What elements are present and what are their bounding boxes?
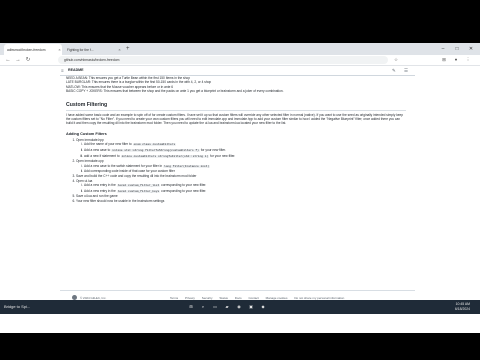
step-item: Your new filter should now be usable in … bbox=[76, 199, 406, 204]
substep-text: for your new filter. bbox=[200, 148, 226, 153]
star-icon[interactable]: ☆ bbox=[392, 56, 400, 64]
book-icon: ≡ bbox=[61, 68, 64, 73]
inline-code: long filter(Instance inst) bbox=[163, 164, 211, 168]
back-icon[interactable]: ← bbox=[4, 56, 12, 64]
substep-text: Add a new case to bbox=[84, 148, 111, 153]
task-view-icon[interactable]: ▭ bbox=[210, 302, 220, 312]
subsection-heading: Adding Custom Filters bbox=[66, 131, 107, 136]
folder-icon[interactable]: ▰ bbox=[222, 302, 232, 312]
substep-text: corresponding to your new filter. bbox=[161, 188, 207, 193]
step-text: Open immolate.cpp bbox=[76, 159, 104, 164]
browser-toolbar: ← → ↻ github.com/nbmasto/broken-freedom … bbox=[0, 55, 480, 66]
substep-text: Add corresponding code inside of that ca… bbox=[84, 169, 175, 174]
readme-content: NEED A BEAN: This ensures you get a Turt… bbox=[66, 76, 406, 204]
reload-icon[interactable]: ↻ bbox=[24, 56, 32, 64]
readme-header: ≡ README ✎ ☰ bbox=[60, 66, 415, 76]
forward-icon[interactable]: → bbox=[14, 56, 22, 64]
substep-text: add a new if statement to bbox=[84, 153, 120, 158]
step-item: Open ui.lua Add a new entry in the local… bbox=[76, 179, 406, 195]
tab-label: adbwmod/broken-freedom bbox=[7, 47, 46, 52]
substep-text: Add the name of your new filter to bbox=[84, 142, 132, 147]
step-text: Save ui.lua and run the game bbox=[76, 194, 118, 199]
taskbar: Bridge to Spi... ⊞ ⌕ ▭ ▰ ◉ ▣ ◆ 10:45 AM … bbox=[0, 300, 480, 314]
close-icon[interactable]: × bbox=[117, 47, 122, 52]
clock-date: 6/18/2024 bbox=[454, 307, 470, 311]
search-icon[interactable]: ⌕ bbox=[198, 302, 208, 312]
edit-icon[interactable]: ✎ bbox=[392, 66, 396, 75]
tab-active[interactable]: adbwmod/broken-freedom × bbox=[4, 44, 62, 55]
start-icon[interactable]: ⊞ bbox=[186, 302, 196, 312]
extensions-icon[interactable]: ⊞ bbox=[440, 56, 448, 64]
terminal-icon[interactable]: ▣ bbox=[246, 302, 256, 312]
step-item: Open immolate.hpp Add the name of your n… bbox=[76, 138, 406, 159]
screen: adbwmod/broken-freedom × Fighting for th… bbox=[0, 0, 480, 360]
step-text: Save and build the C++ code and copy the… bbox=[76, 174, 197, 178]
step-item: Open immolate.cpp Add a new case to the … bbox=[76, 159, 406, 174]
step-text: Your new filter should now be usable in … bbox=[76, 198, 165, 203]
intro-line: BASIC COPY + JOKERS: This ensures that b… bbox=[66, 89, 284, 94]
minimize-button[interactable]: – bbox=[436, 43, 450, 55]
steps-list: Open immolate.hpp Add the name of your n… bbox=[66, 138, 406, 204]
substep-text: for your new filter. bbox=[210, 153, 236, 158]
menu-icon[interactable]: ⋮ bbox=[464, 56, 472, 64]
substep-text: Add a new case to the switch statement f… bbox=[84, 163, 163, 168]
step-text: Open ui.lua bbox=[76, 178, 93, 183]
address-bar[interactable]: github.com/nbmasto/broken-freedom bbox=[58, 56, 388, 64]
section-heading: Custom Filtering bbox=[66, 102, 406, 111]
system-clock[interactable]: 10:45 AM 6/18/2024 bbox=[436, 302, 470, 312]
chat-icon[interactable]: ◆ bbox=[258, 302, 268, 312]
tab-strip: adbwmod/broken-freedom × Fighting for th… bbox=[0, 43, 480, 55]
maximize-button[interactable]: □ bbox=[450, 43, 464, 55]
tab-inactive[interactable]: Fighting for the f... × bbox=[64, 44, 122, 55]
close-window-button[interactable]: ✕ bbox=[464, 43, 478, 55]
browser-icon[interactable]: ◉ bbox=[234, 302, 244, 312]
readme-label: README bbox=[68, 68, 84, 72]
inline-code: local custom_filter_keys bbox=[116, 189, 161, 193]
new-tab-button[interactable]: + bbox=[126, 45, 130, 53]
inline-code: enum class customFilters bbox=[132, 143, 177, 147]
close-icon[interactable]: × bbox=[57, 47, 62, 52]
substep-text: Add a new entry in the bbox=[84, 188, 116, 193]
step-text: Open immolate.hpp bbox=[76, 137, 104, 142]
substep-text: Add a new entry in the bbox=[84, 183, 116, 188]
taskbar-app[interactable]: Bridge to Spi... bbox=[4, 302, 34, 312]
profile-icon[interactable]: ● bbox=[452, 56, 460, 64]
outline-icon[interactable]: ☰ bbox=[404, 66, 408, 75]
browser-window: adbwmod/broken-freedom × Fighting for th… bbox=[0, 43, 480, 333]
section-paragraph: I have added some basic code and an exam… bbox=[66, 112, 404, 126]
inline-code: local custom_filter_list bbox=[116, 184, 161, 188]
inline-code: inline std::string filterToString(custom… bbox=[111, 149, 200, 153]
substep-text: corresponding to your new filter. bbox=[161, 183, 207, 188]
inline-code: inline customFilters stringToFilter(std:… bbox=[120, 154, 210, 158]
tab-label: Fighting for the f... bbox=[67, 47, 94, 52]
